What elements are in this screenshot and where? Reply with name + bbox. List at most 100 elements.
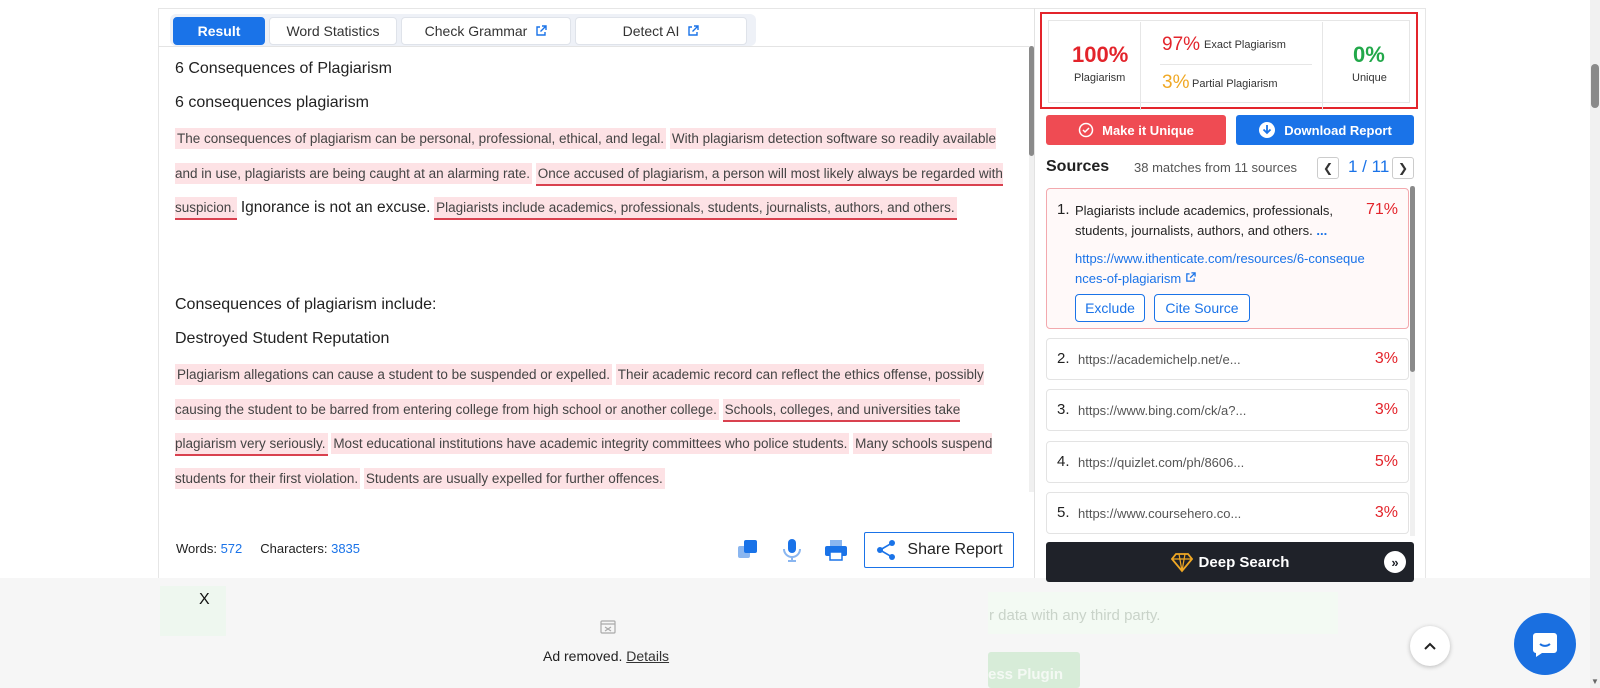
source-item[interactable]: 2. https://academichelp.net/e... 3% — [1046, 338, 1409, 380]
summary-separator — [1322, 22, 1323, 110]
faded-plugin-label: ess Plugin — [988, 666, 1064, 683]
plagiarism-percent: 100% — [1072, 42, 1129, 67]
source-page-indicator: 1 / 11 — [1348, 157, 1390, 176]
microphone-icon[interactable] — [780, 538, 804, 562]
ad-removed-text: Ad removed. — [543, 648, 623, 664]
highlight-sentence[interactable]: The consequences of plagiarism can be pe… — [175, 128, 667, 149]
source-percent: 3% — [1374, 350, 1398, 367]
heading-2: 6 consequences plagiarism — [175, 94, 369, 111]
paragraph-2: Plagiarism allegations can cause a stude… — [175, 358, 1015, 496]
tab-word-statistics-label: Word Statistics — [286, 23, 380, 39]
paragraph-1: The consequences of plagiarism can be pe… — [175, 122, 1015, 226]
download-report-label: Download Report — [1284, 122, 1392, 138]
highlight-sentence[interactable]: Most educational institutions have acade… — [331, 433, 850, 454]
cite-source-button[interactable]: Cite Source — [1154, 294, 1250, 322]
exclude-button[interactable]: Exclude — [1075, 294, 1145, 322]
share-icon — [877, 540, 896, 560]
external-link-icon — [1186, 272, 1196, 282]
char-count-value: 3835 — [331, 541, 361, 556]
print-icon[interactable] — [824, 538, 848, 562]
expand-excerpt-button[interactable]: ... — [1316, 223, 1327, 238]
external-link-icon — [536, 25, 548, 36]
summary-separator — [1140, 22, 1141, 110]
partial-label: Partial Plagiarism — [1192, 78, 1278, 90]
highlight-sentence[interactable]: Students are usually expelled for furthe… — [363, 467, 665, 489]
bottom-strip — [0, 578, 1590, 688]
next-page-button[interactable]: ❯ — [1392, 157, 1414, 179]
faded-plugin-button: ess Plugin — [988, 652, 1080, 688]
external-link-icon — [688, 25, 700, 36]
prev-page-button[interactable]: ❮ — [1317, 157, 1339, 179]
source-excerpt-text: Plagiarists include academics, professio… — [1075, 203, 1333, 238]
word-count-value: 572 — [220, 541, 243, 556]
text-scrollbar[interactable] — [1029, 46, 1034, 492]
share-report-button[interactable]: Share Report — [864, 532, 1014, 568]
share-report-label: Share Report — [907, 541, 1003, 558]
page-scrollbar-thumb[interactable] — [1591, 64, 1599, 108]
heading-3: Consequences of plagiarism include: — [175, 296, 437, 313]
source-percent: 3% — [1374, 401, 1398, 418]
char-count-label: Characters: — [260, 541, 328, 556]
tab-detect-ai[interactable]: Detect AI — [575, 17, 747, 45]
download-report-button[interactable]: Download Report — [1236, 115, 1414, 145]
partial-percent: 3% — [1162, 72, 1190, 93]
source-number: 5. — [1057, 504, 1070, 521]
word-count: Words: 572 — [176, 541, 242, 556]
tab-word-statistics[interactable]: Word Statistics — [269, 17, 397, 45]
tab-check-grammar-label: Check Grammar — [424, 23, 528, 39]
ad-removed-notice: Ad removed. Details — [543, 648, 669, 664]
source-item[interactable]: 1. 71% Plagiarists include academics, pr… — [1046, 188, 1409, 329]
sources-scrollbar-thumb[interactable] — [1410, 186, 1415, 372]
highlight-sentence-exact[interactable]: Plagiarists include academics, professio… — [434, 197, 957, 220]
source-url: https://quizlet.com/ph/8606... — [1078, 455, 1245, 470]
source-item[interactable]: 4. https://quizlet.com/ph/8606... 5% — [1046, 441, 1409, 483]
summary-row-divider — [1160, 64, 1312, 65]
source-url: https://www.coursehero.co... — [1078, 506, 1242, 521]
chat-button[interactable] — [1514, 613, 1576, 675]
source-number: 4. — [1057, 453, 1070, 470]
source-url: https://academichelp.net/e... — [1078, 352, 1241, 367]
faded-privacy-text: r data with any third party. — [989, 607, 1161, 624]
make-unique-button[interactable]: Make it Unique — [1046, 115, 1226, 145]
download-icon — [1259, 122, 1276, 138]
ad-removed-icon — [600, 620, 616, 634]
diamond-icon — [1170, 553, 1193, 573]
deep-search-label: Deep Search — [1198, 553, 1290, 571]
sources-scrollbar[interactable] — [1410, 186, 1415, 536]
source-percent: 71% — [1365, 201, 1398, 218]
chevron-right-icon: ❯ — [1397, 161, 1409, 175]
page-scrollbar[interactable]: ▼ — [1590, 0, 1600, 688]
make-unique-label: Make it Unique — [1102, 122, 1194, 138]
tab-result-label: Result — [197, 23, 241, 39]
chevron-up-icon — [1424, 642, 1436, 650]
source-item[interactable]: 5. https://www.coursehero.co... 3% — [1046, 492, 1409, 534]
source-percent: 5% — [1374, 453, 1398, 470]
tab-result[interactable]: Result — [173, 17, 265, 45]
chat-icon — [1533, 633, 1557, 657]
sources-list: 1. 71% Plagiarists include academics, pr… — [1046, 186, 1411, 536]
source-link[interactable]: https://www.ithenticate.com/resources/6-… — [1075, 249, 1365, 289]
scroll-to-top-button[interactable] — [1410, 626, 1450, 666]
tab-check-grammar[interactable]: Check Grammar — [401, 17, 571, 45]
exact-percent: 97% — [1162, 34, 1201, 55]
ad-details-link[interactable]: Details — [626, 648, 669, 664]
close-ad-button[interactable]: X — [199, 591, 210, 609]
panel-divider — [1034, 8, 1035, 578]
copy-icon[interactable] — [736, 538, 760, 562]
unique-label: Unique — [1352, 72, 1387, 84]
heading-1: 6 Consequences of Plagiarism — [175, 60, 393, 77]
char-count: Characters: 3835 — [260, 541, 360, 556]
double-chevron-right-icon: » — [1384, 551, 1406, 573]
result-tabs: Result Word Statistics Check Grammar Det… — [170, 14, 756, 46]
scroll-down-arrow-icon[interactable]: ▼ — [1591, 677, 1599, 686]
heading-4: Destroyed Student Reputation — [175, 330, 390, 347]
deep-search-button[interactable]: Deep Search » — [1046, 542, 1414, 582]
source-item[interactable]: 3. https://www.bing.com/ck/a?... 3% — [1046, 389, 1409, 431]
source-percent: 3% — [1374, 504, 1398, 521]
unique-sentence: Ignorance is not an excuse. — [240, 199, 431, 216]
chevron-left-icon: ❮ — [1322, 161, 1334, 175]
exact-label: Exact Plagiarism — [1204, 39, 1286, 51]
sources-count: 38 matches from 11 sources — [1134, 160, 1298, 175]
text-scrollbar-thumb[interactable] — [1029, 46, 1034, 156]
highlight-sentence[interactable]: Plagiarism allegations can cause a stude… — [175, 364, 613, 385]
